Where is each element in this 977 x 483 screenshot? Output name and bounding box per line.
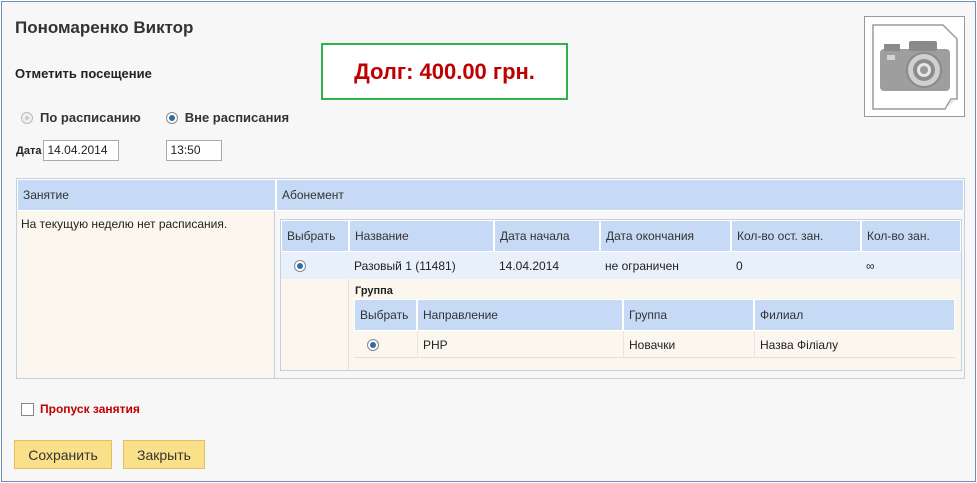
mode-radio-group: По расписанию Вне расписания	[21, 110, 314, 125]
debt-amount: Долг: 400.00 грн.	[354, 58, 535, 84]
subscription-area: Выбрать Название Дата начала Дата оконча…	[276, 211, 964, 378]
camera-icon	[872, 24, 958, 110]
col-lesson-header: Занятие	[17, 179, 276, 211]
subscription-radio[interactable]	[294, 259, 306, 272]
student-name: Пономаренко Виктор	[15, 18, 194, 37]
visit-table: Занятие Абонемент На текущую неделю нет …	[16, 178, 965, 379]
subscription-total: ∞	[866, 258, 875, 273]
time-input[interactable]: 13:50	[166, 140, 223, 161]
group-table: Выбрать Направление Группа Филиал PHP Но…	[354, 299, 956, 364]
by-schedule-label: По расписанию	[40, 110, 141, 125]
skip-lesson-row: Пропуск занятия	[21, 402, 140, 416]
close-button[interactable]: Закрыть	[123, 440, 205, 469]
skip-lesson-label: Пропуск занятия	[40, 402, 140, 416]
subscription-left: 0	[736, 258, 743, 273]
subscription-table: Выбрать Название Дата начала Дата оконча…	[280, 219, 962, 371]
sub-header-name: Название	[349, 220, 494, 252]
sub-header-start: Дата начала	[494, 220, 600, 252]
group-left-spacer	[281, 279, 349, 370]
group-select-cell	[362, 331, 379, 358]
skip-lesson-checkbox[interactable]	[21, 402, 34, 416]
group-title: Группа	[355, 285, 393, 297]
col-subscription-header: Абонемент	[276, 179, 964, 211]
subscription-end: не ограничен	[605, 258, 679, 273]
group-radio[interactable]	[367, 338, 379, 351]
date-label: Дата	[16, 144, 42, 157]
page-subtitle: Отметить посещение	[15, 66, 152, 81]
group-name: Новачки	[623, 331, 675, 358]
subscription-row[interactable]: Разовый 1 (11481) 14.04.2014 не ограниче…	[281, 252, 961, 279]
date-input[interactable]: 14.04.2014	[43, 140, 120, 161]
group-header-branch: Филиал	[754, 299, 955, 331]
group-header-group: Группа	[623, 299, 754, 331]
debt-box: Долг: 400.00 грн.	[321, 43, 568, 100]
sub-header-select: Выбрать	[281, 220, 349, 252]
sub-header-end: Дата окончания	[600, 220, 731, 252]
group-header-select: Выбрать	[354, 299, 417, 331]
subscription-name: Разовый 1 (11481)	[354, 258, 456, 273]
dialog: Пономаренко Виктор Отметить посещение До…	[1, 1, 976, 482]
group-header-direction: Направление	[417, 299, 623, 331]
date-row: Дата 14.04.2014 13:50	[16, 140, 223, 161]
off-schedule-radio[interactable]	[165, 111, 178, 124]
no-schedule-text: На текущую неделю нет расписания.	[21, 217, 228, 231]
photo-placeholder[interactable]	[864, 16, 965, 117]
by-schedule-radio[interactable]	[21, 111, 33, 124]
group-section: Группа Выбрать Направление Группа Филиал…	[349, 279, 961, 370]
group-row[interactable]: PHP Новачки Назва Філіалу	[354, 331, 955, 358]
subscription-select-cell	[289, 252, 306, 279]
lesson-cell: На текущую неделю нет расписания.	[17, 211, 275, 378]
off-schedule-label: Вне расписания	[184, 110, 290, 125]
sub-header-total: Кол-во зан.	[861, 220, 961, 252]
save-button[interactable]: Сохранить	[14, 440, 112, 469]
sub-header-left: Кол-во ост. зан.	[731, 220, 861, 252]
group-branch: Назва Філіалу	[754, 331, 838, 358]
subscription-start: 14.04.2014	[499, 258, 560, 273]
group-direction: PHP	[417, 331, 448, 358]
